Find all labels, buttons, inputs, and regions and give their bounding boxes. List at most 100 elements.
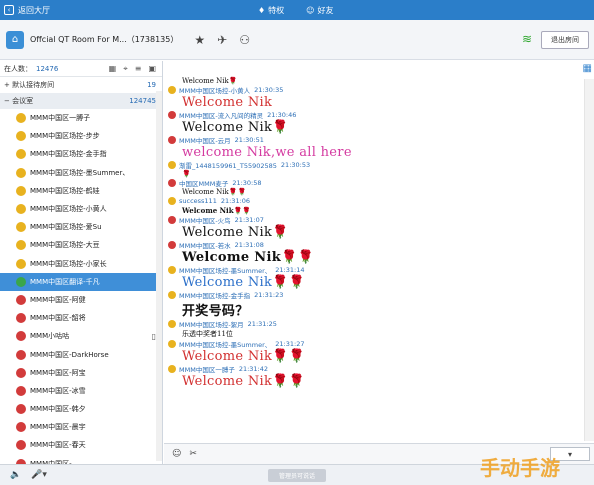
chat-scrollbar[interactable] — [584, 79, 594, 441]
list-item[interactable]: MMM中国区场控-小黄人 — [0, 200, 162, 218]
list-item[interactable]: MMM中国区-阿宝 — [0, 364, 162, 382]
back-label: 返回大厅 — [18, 5, 50, 15]
list-item[interactable]: MMM中国区-冰雪 — [0, 382, 162, 400]
signal-icon: ≋ — [522, 32, 533, 46]
sender-name[interactable]: MMM中国区-流入凡间的精灵 — [179, 110, 263, 120]
sender-name[interactable]: MMM中国区-若水 — [179, 240, 231, 250]
list-icon[interactable]: ≡ — [135, 64, 142, 74]
room-header: ⌂ Offcial QT Room For M...（1738135） ★ ✈ … — [0, 20, 594, 60]
sender-name[interactable]: 渐雷_1448159961_T55902585 — [179, 160, 277, 170]
admin-speak-button[interactable]: 管理员可说话 — [268, 469, 326, 482]
user-name: MMM中国区场控-小黄人 — [30, 205, 107, 214]
watermark-logo: 手动手游 — [480, 456, 560, 480]
message-header: MMM中国区一膊子 21:31:42 — [168, 364, 578, 374]
expand-icon: + — [4, 81, 13, 89]
chat-message: MMM中国区场控-絮月 21:31:25 乐透中奖者11位 — [168, 319, 578, 339]
add-user-icon[interactable]: ⚇ — [239, 33, 250, 47]
group-count: 124745 — [129, 97, 156, 105]
sender-name[interactable]: MMM中国区-火鸟 — [179, 215, 231, 225]
sender-name[interactable]: MMM中国区场控-小黄人 — [179, 85, 250, 95]
list-item[interactable]: MMM中国区场控-爱Su — [0, 218, 162, 236]
sender-name[interactable]: MMM中国区场控-墨Summer、 — [179, 265, 271, 275]
online-count-row: 在人数： 12476 ▦ ⌖ ≡ ▣ — [0, 61, 162, 77]
sender-name[interactable]: MMM中国区一膊子 — [179, 364, 235, 374]
user-list: MMM中国区一膊子 MMM中国区场控-步步 MMM中国区场控-金手指 MMM中国区场控… — [0, 109, 162, 473]
message-text: Welcome Nik🌹 — [182, 120, 289, 135]
back-to-lobby-button[interactable]: ‹ 返回大厅 — [0, 5, 50, 16]
chat-message: 渐雷_1448159961_T55902585 21:30:53 🌹 — [168, 160, 578, 178]
user-name: MMM中国区翻译-千凡 — [30, 277, 100, 286]
message-time: 21:31:14 — [275, 266, 305, 274]
group-meeting[interactable]: − 会议室 124745 — [0, 93, 162, 109]
group-default[interactable]: + 默认接待房间 19 — [0, 77, 162, 93]
online-count: 12476 — [36, 64, 59, 73]
privilege-link[interactable]: ♦ 特权 — [258, 5, 284, 16]
sender-name[interactable]: success111 — [179, 197, 217, 205]
user-avatar-icon — [16, 131, 26, 142]
message-text: Welcome Nik🌹🌹 — [182, 206, 251, 215]
user-name: MMM中国区-春天 — [30, 441, 86, 450]
airplane-icon[interactable]: ✈ — [217, 33, 227, 47]
sender-avatar-icon — [168, 340, 176, 348]
list-item[interactable]: MMM中国区场控-墨Summer、 — [0, 164, 162, 182]
chat-message: MMM中国区场控-墨Summer、 21:31:14 Welcome Nik🌹🌹 — [168, 265, 578, 290]
message-header: MMM中国区-流入凡间的精灵 21:30:46 — [168, 110, 578, 120]
list-item[interactable]: MMM中国区场控-鹤娃 — [0, 182, 162, 200]
user-avatar-icon — [16, 240, 26, 251]
list-item[interactable]: MMM中国区场控-大豆 — [0, 236, 162, 254]
user-avatar-icon — [16, 385, 26, 396]
message-text: welcome Nik,we all here — [182, 145, 352, 160]
exit-room-label: 退出房间 — [551, 36, 579, 44]
chat-message: MMM中国区-云月 21:30:51 welcome Nik,we all here — [168, 135, 578, 160]
list-item[interactable]: MMM中国区场控-金手指 — [0, 145, 162, 163]
user-avatar-icon — [16, 258, 26, 269]
message-header: success111 21:31:06 — [168, 196, 578, 206]
user-avatar-icon — [16, 367, 26, 378]
scissors-icon[interactable]: ✂ — [189, 449, 197, 459]
chat-message: Welcome Nik🌹 — [168, 77, 578, 85]
sender-avatar-icon — [168, 179, 176, 187]
message-text: Welcome Nik🌹🌹 — [182, 374, 306, 389]
favorite-star-icon[interactable]: ★ — [194, 33, 205, 47]
list-item[interactable]: MMM中国区-韩夕 — [0, 400, 162, 418]
list-item[interactable]: MMM中国区一膊子 — [0, 109, 162, 127]
list-item[interactable]: MMM中国区-韶将 — [0, 309, 162, 327]
friends-link[interactable]: ☺ 好友 — [306, 5, 333, 16]
speaker-icon[interactable]: 🔈 — [10, 470, 21, 480]
member-tools: ▦ ⌖ ≡ ▣ — [109, 64, 156, 74]
user-name: MMM中国区-韩夕 — [30, 405, 86, 414]
group-label: 默认接待房间 — [12, 81, 55, 89]
sender-name[interactable]: MMM中国区-云月 — [179, 135, 231, 145]
back-icon: ‹ — [4, 5, 14, 15]
privilege-icon: ♦ — [258, 5, 266, 15]
sender-avatar-icon — [168, 320, 176, 328]
chat-message: success111 21:31:06 Welcome Nik🌹🌹 — [168, 196, 578, 215]
list-item[interactable]: MMM中国区-阿健 — [0, 291, 162, 309]
layout-icon[interactable]: ▦ — [583, 63, 592, 74]
exit-room-button[interactable]: 退出房间 — [541, 31, 589, 49]
message-text: Welcome Nik🌹 — [182, 77, 238, 85]
list-item[interactable]: MMM中国区场控-步步 — [0, 127, 162, 145]
message-header: MMM中国区-火鸟 21:31:07 — [168, 215, 578, 225]
filter-icon[interactable]: ▣ — [148, 64, 156, 74]
list-item[interactable]: MMM中国区-晨宇 — [0, 418, 162, 436]
list-item[interactable]: MMM中国区-DarkHorse — [0, 345, 162, 363]
member-scrollbar[interactable] — [156, 91, 162, 461]
chat-message: MMM中国区场控-墨Summer、 21:31:27 Welcome Nik🌹🌹 — [168, 339, 578, 364]
sender-avatar-icon — [168, 291, 176, 299]
grid-icon[interactable]: ▦ — [109, 64, 117, 74]
list-item[interactable]: MMM小咕咕 ▯ — [0, 327, 162, 345]
user-name: MMM中国区-冰雪 — [30, 386, 86, 395]
sender-name[interactable]: MMM中国区场控-墨Summer、 — [179, 339, 271, 349]
sender-name[interactable]: MMM中国区场控-金手指 — [179, 290, 250, 300]
sender-name[interactable]: MMM中国区场控-絮月 — [179, 319, 244, 329]
microphone-icon[interactable]: 🎤▾ — [31, 470, 47, 480]
sender-name[interactable]: 中国区MMM麦子 — [179, 178, 228, 188]
location-icon[interactable]: ⌖ — [123, 64, 128, 74]
emoji-icon[interactable]: ☺ — [172, 449, 181, 459]
list-item[interactable]: MMM中国区场控-小家长 — [0, 255, 162, 273]
user-avatar-icon — [16, 294, 26, 305]
message-text: Welcome Nik🌹🌹 — [182, 250, 314, 265]
list-item[interactable]: MMM中国区-春天 — [0, 436, 162, 454]
list-item[interactable]: MMM中国区翻译-千凡 — [0, 272, 162, 291]
